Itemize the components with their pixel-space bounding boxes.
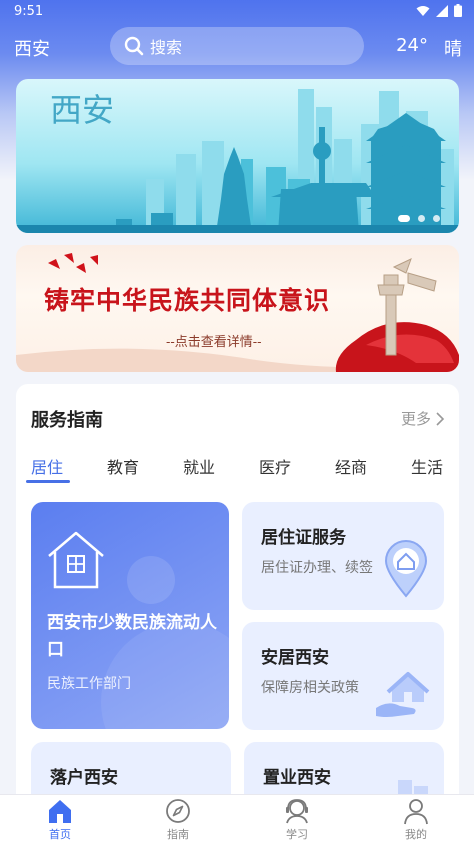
status-time: 9:51 xyxy=(14,4,44,19)
hand-house-icon xyxy=(376,672,430,717)
status-bar: 9:51 xyxy=(0,0,474,24)
compass-icon xyxy=(166,799,190,823)
battery-icon xyxy=(454,4,462,17)
tile-title: 落户西安 xyxy=(50,768,118,788)
tab-business[interactable]: 经商 xyxy=(335,454,367,478)
featured-tile-title: 西安市少数民族流动人口 xyxy=(47,613,217,660)
bottom-nav: 首页 指南 学习 我的 xyxy=(0,794,474,844)
tab-education[interactable]: 教育 xyxy=(107,454,139,478)
tab-residence[interactable]: 居住 xyxy=(31,454,63,478)
tile-title: 居住证服务 xyxy=(261,528,346,548)
tab-employment[interactable]: 就业 xyxy=(183,454,215,478)
active-tab-indicator xyxy=(26,480,70,483)
more-button[interactable]: 更多 xyxy=(401,408,445,429)
carousel-dot[interactable] xyxy=(418,215,425,222)
carousel-dot[interactable] xyxy=(433,215,440,222)
search-icon xyxy=(124,36,144,56)
tab-medical[interactable]: 医疗 xyxy=(259,454,291,478)
tile-subtitle: 保障房相关政策 xyxy=(261,680,359,696)
wifi-icon xyxy=(416,5,430,16)
search-placeholder: 搜索 xyxy=(150,38,183,57)
nav-profile[interactable]: 我的 xyxy=(381,797,451,842)
nav-home[interactable]: 首页 xyxy=(25,797,95,842)
nav-label-study: 学习 xyxy=(286,828,308,841)
service-guide-card: 服务指南 更多 居住 教育 就业 医疗 经商 生活 西安市少数民族流动人口 民族… xyxy=(16,384,459,824)
signal-icon xyxy=(436,4,448,17)
status-icons xyxy=(416,4,462,17)
chevron-right-icon xyxy=(436,411,445,426)
nav-label-profile: 我的 xyxy=(405,828,427,841)
nav-label-home: 首页 xyxy=(49,828,71,841)
nav-guide[interactable]: 指南 xyxy=(143,797,213,842)
banner-slogan: 铸牢中华民族共同体意识 xyxy=(44,286,331,315)
user-icon xyxy=(404,799,428,825)
banner-detail-link[interactable]: --点击查看详情-- xyxy=(166,331,262,350)
nav-study[interactable]: 学习 xyxy=(262,797,332,842)
banner-city-title: 西安 xyxy=(50,91,115,129)
search-bar[interactable]: 搜索 xyxy=(110,27,364,65)
housing-tile[interactable]: 安居西安 保障房相关政策 xyxy=(242,622,444,730)
temperature: 24° xyxy=(396,35,428,56)
residence-permit-tile[interactable]: 居住证服务 居住证办理、续签 xyxy=(242,502,444,610)
location-house-icon xyxy=(384,540,428,598)
home-icon xyxy=(49,800,71,823)
tile-subtitle: 居住证办理、续签 xyxy=(261,560,373,576)
unity-banner[interactable]: 铸牢中华民族共同体意识 --点击查看详情-- xyxy=(16,245,459,372)
tab-life[interactable]: 生活 xyxy=(411,454,443,478)
nav-label-guide: 指南 xyxy=(167,828,189,841)
more-label: 更多 xyxy=(400,410,431,428)
tile-title: 安居西安 xyxy=(261,648,329,668)
section-title: 服务指南 xyxy=(31,410,103,431)
category-tabs: 居住 教育 就业 医疗 经商 生活 xyxy=(16,452,459,486)
carousel-dot-active[interactable] xyxy=(398,215,410,222)
top-header: 西安 搜索 24° 晴 xyxy=(0,26,474,66)
featured-tile-subtitle: 民族工作部门 xyxy=(47,676,131,692)
study-icon xyxy=(286,799,308,824)
city-banner[interactable]: 西安 xyxy=(16,79,459,233)
tile-title: 置业西安 xyxy=(263,768,331,788)
weather-condition: 晴 xyxy=(444,39,462,60)
city-selector[interactable]: 西安 xyxy=(14,35,50,61)
carousel-dots xyxy=(398,215,440,222)
featured-service-tile[interactable]: 西安市少数民族流动人口 民族工作部门 xyxy=(31,502,229,729)
weather-info[interactable]: 24° 晴 xyxy=(396,35,462,61)
